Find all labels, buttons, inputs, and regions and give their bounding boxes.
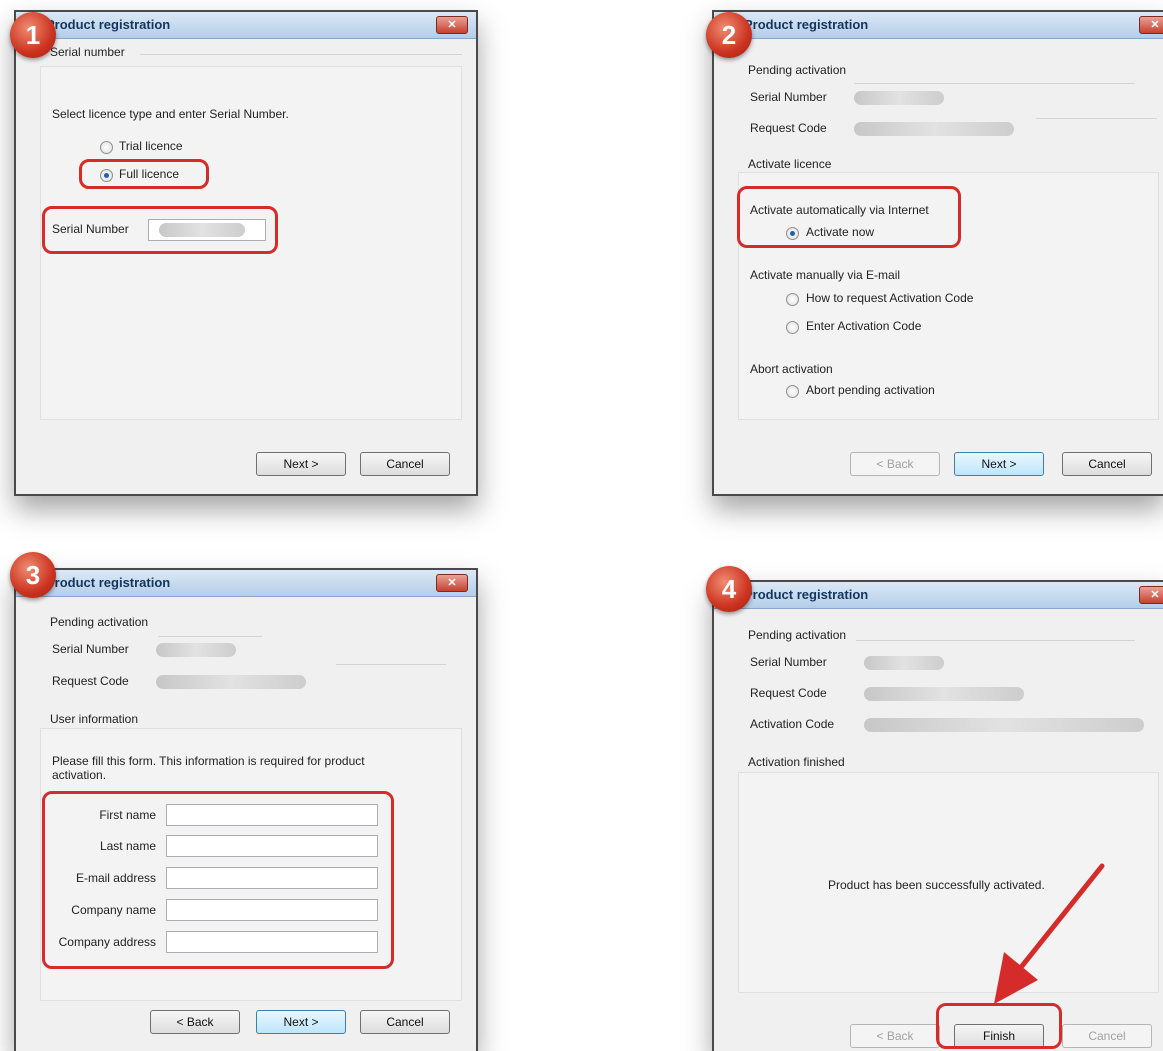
request-code-label: Request Code [750,121,827,135]
request-code-label: Request Code [750,686,827,700]
section-activation-finished: Activation finished [748,755,845,769]
divider [854,83,1135,84]
instruction-text: Select licence type and enter Serial Num… [52,107,289,121]
window-title: Product registration [744,17,869,32]
blurred-serial [864,656,944,670]
divider [140,54,462,55]
serial-number-label: Serial Number [750,655,827,669]
title-bar: Product registration ✕ [714,582,1163,609]
instruction-line-2: activation. [52,768,107,782]
back-label: < Back [876,457,914,471]
cancel-button[interactable]: Cancel [1062,1024,1152,1048]
serial-number-label: Serial Number [52,642,129,656]
next-label: Next > [981,457,1017,471]
request-code-label: Request Code [52,674,129,688]
title-bar: Product registration ✕ [16,12,476,39]
divider [158,636,262,637]
trial-licence-radio[interactable] [100,141,113,154]
next-label: Next > [283,457,319,471]
section-pending-activation: Pending activation [50,615,149,629]
cancel-label: Cancel [386,457,424,471]
abort-pending-radio[interactable] [786,385,799,398]
divider [856,640,1135,641]
back-label: < Back [876,1029,914,1043]
highlight-full-licence [79,159,209,189]
close-button[interactable]: ✕ [1139,586,1163,604]
manual-activate-label: Activate manually via E-mail [750,268,901,282]
window-title: Product registration [46,575,171,590]
back-label: < Back [176,1015,214,1029]
how-to-request-radio[interactable] [786,293,799,306]
title-bar: Product registration ✕ [714,12,1163,39]
highlight-activate-now [737,186,961,248]
dialog-step2: Product registration ✕ Pending activatio… [712,10,1163,496]
serial-number-label: Serial Number [750,90,827,104]
title-bar: Product registration ✕ [16,570,476,597]
cancel-button[interactable]: Cancel [360,452,450,476]
divider [1036,118,1157,119]
next-button[interactable]: Next > [954,452,1044,476]
back-button[interactable]: < Back [850,1024,940,1048]
blurred-request-code [864,687,1024,701]
cancel-label: Cancel [386,1015,424,1029]
step-badge-2: 2 [706,12,752,58]
next-button[interactable]: Next > [256,452,346,476]
blurred-activation-code [864,718,1144,732]
close-button[interactable]: ✕ [1139,16,1163,34]
next-button[interactable]: Next > [256,1010,346,1034]
section-serial-number: Serial number [50,45,125,59]
activation-code-label: Activation Code [750,717,835,731]
abort-activation-label: Abort activation [750,362,833,376]
close-button[interactable]: ✕ [436,16,468,34]
section-pending-activation: Pending activation [748,628,847,642]
section-pending-activation: Pending activation [748,63,847,77]
blurred-serial [854,91,944,105]
enter-activation-code-radio[interactable] [786,321,799,334]
highlight-user-form [42,791,394,969]
window-title: Product registration [744,587,869,602]
window-title: Product registration [46,17,171,32]
back-button[interactable]: < Back [150,1010,240,1034]
back-button[interactable]: < Back [850,452,940,476]
next-label: Next > [283,1015,319,1029]
close-button[interactable]: ✕ [436,574,468,592]
step-badge-1: 1 [10,12,56,58]
highlight-serial-number [42,206,278,254]
cancel-button[interactable]: Cancel [1062,452,1152,476]
section-user-information: User information [50,712,139,726]
blurred-request-code [156,675,306,689]
instruction-line-1: Please fill this form. This information … [52,754,365,768]
cancel-label: Cancel [1088,457,1126,471]
cancel-label: Cancel [1088,1029,1126,1043]
abort-pending-label: Abort pending activation [806,383,935,397]
blurred-request-code [854,122,1014,136]
divider [336,664,446,665]
section-activate-licence: Activate licence [748,157,832,171]
cancel-button[interactable]: Cancel [360,1010,450,1034]
blurred-serial [156,643,236,657]
how-to-request-label: How to request Activation Code [806,291,974,305]
step-badge-4: 4 [706,566,752,612]
trial-licence-label: Trial licence [119,139,183,153]
pointer-arrow [994,863,1105,1004]
enter-activation-code-label: Enter Activation Code [806,319,922,333]
step-badge-3: 3 [10,552,56,598]
